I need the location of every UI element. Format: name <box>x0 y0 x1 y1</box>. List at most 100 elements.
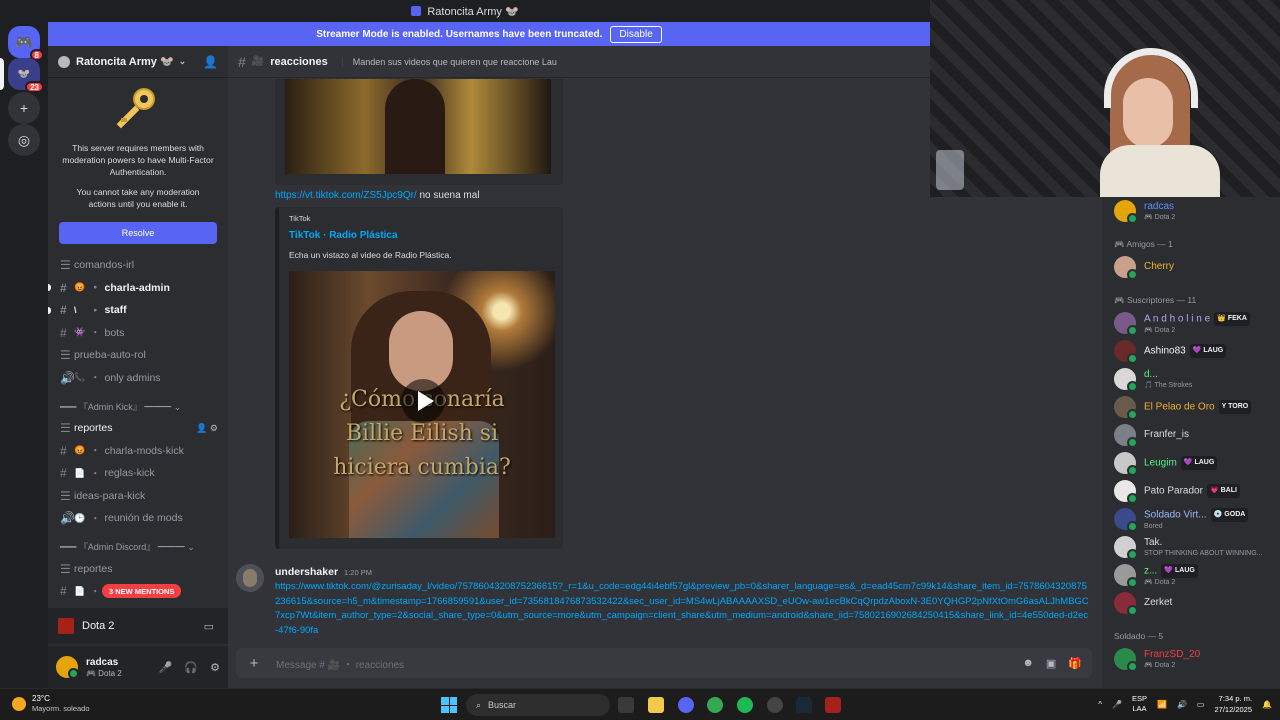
member-row[interactable]: Soldado Virt... 💿 GODA Bored <box>1102 505 1280 533</box>
member-row[interactable]: A n d h o l i n e 👑 FEKA 🎮 Dota 2 <box>1102 309 1280 337</box>
resolve-button[interactable]: Resolve <box>59 222 217 244</box>
chrome-icon[interactable] <box>707 697 723 713</box>
message-composer[interactable]: + Message # 🎥 ・ reacciones ☻ ▣ 🎁 <box>236 648 1092 678</box>
channel-ideas-para-kick[interactable]: ☰ ideas-para-kick <box>48 485 228 508</box>
server-header[interactable]: Ratoncita Army 🐭 ⌄ 👤 <box>48 46 228 78</box>
author-avatar[interactable] <box>236 564 264 592</box>
direct-messages-button[interactable]: 🎮 8 <box>8 26 44 61</box>
message-author[interactable]: undershaker 1:20 PM <box>275 566 372 578</box>
microphone-icon[interactable]: 🎤 <box>159 661 173 674</box>
separator-dot: ・ <box>90 327 101 340</box>
channel-topic[interactable]: Manden sus videos que quieren que reacci… <box>341 56 557 67</box>
separator-dot: ・ <box>90 585 101 598</box>
member-row[interactable]: z... 💜 LAUG 🎮 Dota 2 <box>1102 561 1280 589</box>
clock[interactable]: 7:34 p. m. 27/12/2025 <box>1214 693 1252 715</box>
embed-title[interactable]: TikTok · Radio Plástica <box>289 230 398 241</box>
voice-activity-bar[interactable]: Dota 2 ▭ <box>48 608 228 644</box>
channel-bots[interactable]: # 👾 ・ bots <box>48 322 228 345</box>
member-name-line: El Pelao de Oro Y TORO <box>1144 400 1252 414</box>
previous-embed-image[interactable] <box>275 79 563 185</box>
invite-people-icon[interactable]: 👤 <box>203 55 218 69</box>
member-row[interactable]: Pato Parador 💗 BALI <box>1102 477 1280 505</box>
sticker-icon[interactable]: ☻ <box>1022 657 1034 670</box>
channel-staff[interactable]: # \ ・ staff <box>48 299 228 322</box>
channel-settings-icon[interactable]: 👤 ⚙ <box>196 423 218 434</box>
gear-icon[interactable]: ⚙ <box>210 661 220 674</box>
key-icon <box>113 84 163 134</box>
separator-dot: ・ <box>90 304 101 317</box>
embed-image-figure <box>385 79 445 174</box>
obs-icon[interactable] <box>767 697 783 713</box>
member-name: z... <box>1144 565 1158 577</box>
channel-emoji: 😡 <box>74 282 86 293</box>
member-row[interactable]: d... 🎵 The Strokes <box>1102 365 1280 393</box>
member-row[interactable]: radcas 🎮 Dota 2 <box>1102 197 1280 225</box>
discord-taskbar-icon[interactable] <box>678 697 694 713</box>
file-explorer-icon[interactable] <box>648 697 664 713</box>
channel-comandos-irl[interactable]: ☰ comandos-irl <box>48 254 228 277</box>
channel-charla-admin[interactable]: # 😡 ・ charla-admin <box>48 277 228 300</box>
dota-taskbar-icon[interactable] <box>825 697 841 713</box>
member-row[interactable]: Ashino83 💜 LAUG <box>1102 337 1280 365</box>
windows-start-icon[interactable] <box>441 697 457 713</box>
message-url[interactable]: https://www.tiktok.com/@zurisaday_l/vide… <box>275 580 1090 644</box>
user-avatar[interactable] <box>56 656 79 679</box>
hash-icon: # <box>238 53 246 70</box>
volume-icon[interactable]: 🔊 <box>1177 700 1187 709</box>
taskbar-search[interactable]: ⌕ Buscar <box>466 694 610 716</box>
lang-code: ESP <box>1131 694 1147 703</box>
channel-reglas-kick[interactable]: # 📄 ・ reglas-kick <box>48 462 228 485</box>
member-activity: 🎮 Dota 2 <box>1144 661 1176 669</box>
member-name: d... <box>1144 368 1158 380</box>
headphones-icon[interactable]: 🎧 <box>184 661 198 674</box>
clock-time: 7:34 p. m. <box>1218 694 1253 703</box>
member-activity: Bored <box>1144 522 1163 530</box>
discover-button[interactable]: ◎ <box>8 124 40 156</box>
member-row[interactable]: Zerket <box>1102 589 1280 617</box>
battery-icon[interactable]: ▭ <box>1197 700 1205 709</box>
tiktok-embed: TikTok TikTok · Radio Plástica Echa un v… <box>275 207 563 549</box>
spotify-icon[interactable] <box>737 697 753 713</box>
member-row[interactable]: Leugim 💜 LAUG <box>1102 449 1280 477</box>
server-ratoncita-army[interactable]: 🐭 23 <box>8 58 44 93</box>
weather-widget[interactable]: 23°C Mayorm. soleado <box>12 693 90 714</box>
new-mentions-pill[interactable]: 3 NEW MENTIONS <box>102 584 182 598</box>
member-row[interactable]: El Pelao de Oro Y TORO <box>1102 393 1280 421</box>
channel-prueba-auto-rol[interactable]: ☰ prueba-auto-rol <box>48 344 228 367</box>
author-name[interactable]: undershaker <box>275 566 338 578</box>
category-admin-kick[interactable]: ━━━ 『Admin Kick』 ━━━ ⌄ <box>48 395 228 417</box>
task-view-icon[interactable] <box>618 697 634 713</box>
steam-icon[interactable] <box>796 697 812 713</box>
category-admin-discord[interactable]: ━━━ 『Admin Discord』 ━━━ ⌄ <box>48 536 228 558</box>
message-link[interactable]: https://vt.tiktok.com/ZS5Jpc9Qr/ <box>275 190 417 201</box>
window-title-bar: Ratoncita Army 🐭 <box>0 0 930 22</box>
play-icon[interactable] <box>401 379 445 423</box>
channel-reunión-de-mods[interactable]: 🔊 🕒 ・ reunión de mods <box>48 507 228 530</box>
member-row[interactable]: Cherry <box>1102 253 1280 281</box>
member-row[interactable]: Franfer_is <box>1102 421 1280 449</box>
member-group-soldado: FranzSD_20 🎮 Dota 2 <box>1102 645 1280 673</box>
emoji-icon[interactable]: 🎁 <box>1068 657 1082 670</box>
channel-reportes[interactable]: ☰ reportes 👤 ⚙ <box>48 417 228 440</box>
channel-reportes[interactable]: ☰ reportes <box>48 558 228 581</box>
member-row[interactable]: FranzSD_20 🎮 Dota 2 <box>1102 645 1280 673</box>
gif-icon[interactable]: ▣ <box>1046 657 1056 670</box>
server-name: Ratoncita Army 🐭 <box>76 56 174 68</box>
channel-emoji: 👾 <box>74 327 86 338</box>
member-row[interactable]: Tak. STOP THINKING ABOUT WINNING... <box>1102 533 1280 561</box>
separator-dot: ・ <box>90 445 101 458</box>
microphone-tray-icon[interactable]: 🎤 <box>1112 700 1122 709</box>
plus-circle-icon[interactable]: + <box>246 655 262 672</box>
language-indicator[interactable]: ESP LAA <box>1132 694 1147 714</box>
windows-taskbar: 23°C Mayorm. soleado ⌕ Buscar ^ 🎤 ESP LA… <box>0 688 1280 720</box>
channel-only-admins[interactable]: 🔊 📞 ・ only admins <box>48 367 228 390</box>
mfa-text-2: You cannot take any moderation actions u… <box>76 187 200 209</box>
chevron-up-icon[interactable]: ^ <box>1098 700 1102 709</box>
channel-charla-mods-kick[interactable]: # 😡 ・ charla-mods-kick <box>48 440 228 463</box>
embed-video[interactable]: ¿Cómo sonaría Billie Eilish si hiciera c… <box>289 271 555 538</box>
notifications-icon[interactable]: 🔔 <box>1262 700 1272 709</box>
wifi-icon[interactable]: 📶 <box>1157 700 1167 709</box>
add-server-button[interactable]: + <box>8 92 40 124</box>
screen-share-icon[interactable]: ▭ <box>204 620 214 633</box>
disable-streamer-mode-button[interactable]: Disable <box>610 25 662 43</box>
